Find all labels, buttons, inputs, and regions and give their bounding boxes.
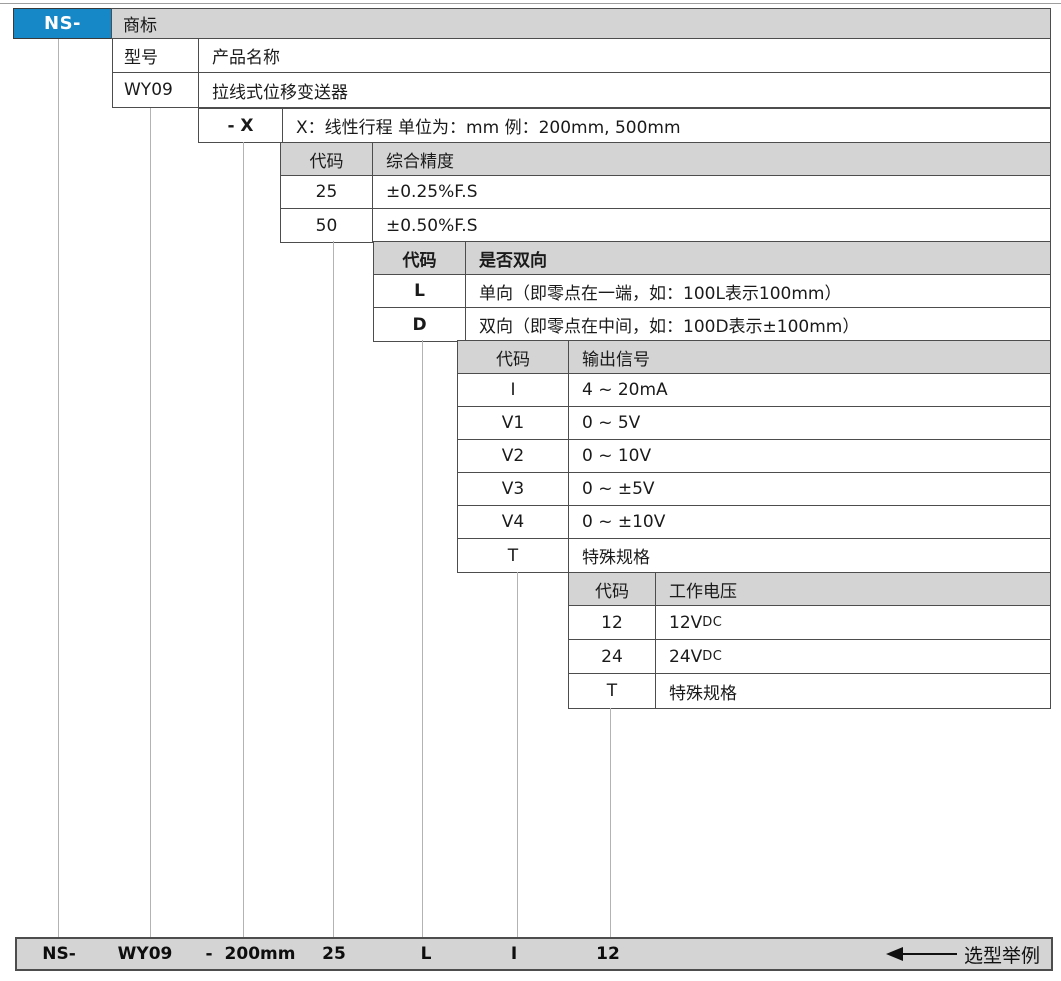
product-name-cell: 拉线式位移变送器 xyxy=(199,73,1050,107)
stroke-code-cell: - X xyxy=(199,109,283,142)
connector-line-model xyxy=(150,108,151,937)
code-cell: V4 xyxy=(458,506,569,538)
accuracy-header-cell: 综合精度 xyxy=(373,143,1050,175)
value-cell: 0 ~ ±10V xyxy=(569,506,1050,538)
value-cell: 单向（即零点在一端，如：100L表示100mm） xyxy=(466,275,1050,307)
code-cell: 12 xyxy=(569,606,656,639)
direction-table: 代码 是否双向 L 单向（即零点在一端，如：100L表示100mm） D 双向（… xyxy=(373,241,1051,342)
voltage-dc-suffix: DC xyxy=(702,649,722,664)
code-header-cell: 代码 xyxy=(458,341,569,373)
arrow-tail-line xyxy=(903,953,957,955)
value-cell: 特殊规格 xyxy=(656,674,1050,708)
example-model: WY09 xyxy=(118,939,173,969)
code-cell: 50 xyxy=(281,209,373,242)
trademark-label: 商标 xyxy=(123,11,157,36)
table-row: WY09 拉线式位移变送器 xyxy=(113,73,1050,107)
voltage-value: 特殊规格 xyxy=(669,679,737,704)
value-cell: 特殊规格 xyxy=(569,539,1050,572)
table-row: I 4 ~ 20mA xyxy=(458,374,1050,407)
code-cell: T xyxy=(569,674,656,708)
working-voltage-table: 代码 工作电压 12 12VDC 24 24VDC T 特殊规格 xyxy=(568,572,1051,709)
table-row: V2 0 ~ 10V xyxy=(458,440,1050,473)
code-cell: 25 xyxy=(281,176,373,208)
table-row: V1 0 ~ 5V xyxy=(458,407,1050,440)
direction-header-cell: 是否双向 xyxy=(466,242,1050,274)
product-name-header-cell: 产品名称 xyxy=(199,39,1050,72)
stroke-row: - X X：线性行程 单位为：mm 例：200mm, 500mm xyxy=(198,108,1051,143)
table-header-row: 代码 综合精度 xyxy=(281,143,1050,176)
table-row: L 单向（即零点在一端，如：100L表示100mm） xyxy=(374,275,1050,308)
trademark-row: 商标 xyxy=(111,8,1051,39)
code-cell: T xyxy=(458,539,569,572)
output-header-cell: 输出信号 xyxy=(569,341,1050,373)
voltage-value: 12V xyxy=(669,613,702,633)
table-row: V4 0 ~ ±10V xyxy=(458,506,1050,539)
value-cell: ±0.50%F.S xyxy=(373,209,1050,242)
code-cell: L xyxy=(374,275,466,307)
accuracy-table: 代码 综合精度 25 ±0.25%F.S 50 ±0.50%F.S xyxy=(280,142,1051,243)
example-stroke: 200mm xyxy=(225,939,296,969)
voltage-value: 24V xyxy=(669,647,702,667)
example-direction: L xyxy=(421,939,432,969)
value-cell: 0 ~ 10V xyxy=(569,440,1050,472)
code-header-cell: 代码 xyxy=(569,573,656,605)
value-cell: 12VDC xyxy=(656,606,1050,639)
left-arrow-icon xyxy=(886,947,903,961)
top-divider xyxy=(0,3,1061,4)
code-cell: V1 xyxy=(458,407,569,439)
table-row: T 特殊规格 xyxy=(458,539,1050,572)
example-caption-group: 选型举例 xyxy=(886,939,1040,969)
value-cell: 0 ~ ±5V xyxy=(569,473,1050,505)
value-cell: ±0.25%F.S xyxy=(373,176,1050,208)
table-header-row: 代码 工作电压 xyxy=(569,573,1050,606)
example-accuracy: 25 xyxy=(322,939,346,969)
connector-line-output xyxy=(517,572,518,937)
code-cell: D xyxy=(374,308,466,341)
connector-line-direction xyxy=(422,340,423,937)
value-cell: 0 ~ 5V xyxy=(569,407,1050,439)
example-voltage: 12 xyxy=(596,939,620,969)
example-separator: - xyxy=(205,939,212,969)
value-cell: 4 ~ 20mA xyxy=(569,374,1050,406)
table-row: 50 ±0.50%F.S xyxy=(281,209,1050,242)
voltage-dc-suffix: DC xyxy=(702,615,722,630)
example-caption: 选型举例 xyxy=(964,941,1040,968)
table-row: V3 0 ~ ±5V xyxy=(458,473,1050,506)
code-header-cell: 代码 xyxy=(281,143,373,175)
example-output: I xyxy=(511,939,517,969)
table-row: 25 ±0.25%F.S xyxy=(281,176,1050,209)
connector-line-voltage xyxy=(610,708,611,937)
code-cell: V2 xyxy=(458,440,569,472)
connector-line-accuracy xyxy=(333,241,334,937)
value-cell: 双向（即零点在中间，如：100D表示±100mm） xyxy=(466,308,1050,341)
table-row: T 特殊规格 xyxy=(569,674,1050,708)
connector-line-prefix xyxy=(58,39,59,937)
table-row: D 双向（即零点在中间，如：100D表示±100mm） xyxy=(374,308,1050,341)
example-prefix: NS- xyxy=(42,939,76,969)
table-row: 24 24VDC xyxy=(569,640,1050,674)
table-row: - X X：线性行程 单位为：mm 例：200mm, 500mm xyxy=(199,109,1050,142)
stroke-desc-cell: X：线性行程 单位为：mm 例：200mm, 500mm xyxy=(283,109,1050,142)
model-code-cell: WY09 xyxy=(113,73,199,107)
code-cell: I xyxy=(458,374,569,406)
connector-line-stroke xyxy=(243,142,244,937)
model-table: 型号 产品名称 WY09 拉线式位移变送器 xyxy=(112,38,1051,108)
code-header-cell: 代码 xyxy=(374,242,466,274)
ordering-example-bar: NS- WY09 - 200mm 25 L I 12 选型举例 xyxy=(15,937,1053,971)
model-header-cell: 型号 xyxy=(113,39,199,72)
output-signal-table: 代码 输出信号 I 4 ~ 20mA V1 0 ~ 5V V2 0 ~ 10V … xyxy=(457,340,1051,573)
table-header-row: 代码 输出信号 xyxy=(458,341,1050,374)
model-prefix-label: NS- xyxy=(44,13,81,34)
code-cell: V3 xyxy=(458,473,569,505)
model-prefix-box: NS- xyxy=(13,8,112,39)
table-row: 12 12VDC xyxy=(569,606,1050,640)
code-cell: 24 xyxy=(569,640,656,673)
voltage-header-cell: 工作电压 xyxy=(656,573,1050,605)
value-cell: 24VDC xyxy=(656,640,1050,673)
table-header-row: 代码 是否双向 xyxy=(374,242,1050,275)
table-header-row: 型号 产品名称 xyxy=(113,39,1050,73)
